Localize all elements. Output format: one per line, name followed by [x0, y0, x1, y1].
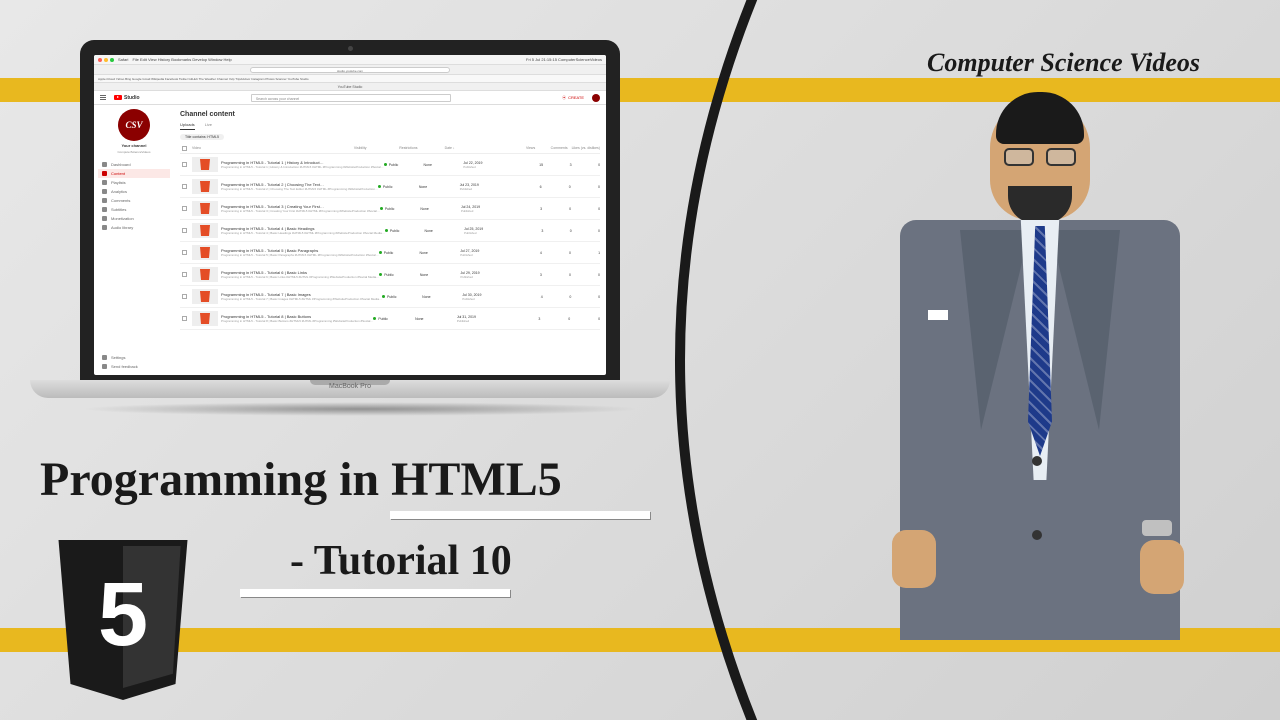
table-header: Video Visibility Restrictions Date ↓ Vie…: [180, 144, 600, 154]
laptop-display: Safari File Edit View History Bookmarks …: [94, 55, 606, 375]
video-thumbnail: [192, 157, 218, 172]
bookmarks-bar[interactable]: Apple iCloud Yahoo Bing Google Gmail Wik…: [94, 75, 606, 83]
filter-chip[interactable]: Title contains: HTML5: [180, 134, 224, 140]
sidebar-item-content[interactable]: Content: [98, 169, 170, 178]
table-row[interactable]: Programming in HTML5 - Tutorial 3 | Crea…: [180, 198, 600, 220]
main-title: Programming in HTML5: [40, 452, 650, 507]
visibility-badge[interactable]: Public: [378, 185, 419, 189]
channel-label: Your channel: [98, 143, 170, 148]
video-thumbnail: [192, 289, 218, 304]
search-input[interactable]: Search across your channel: [251, 94, 451, 102]
tab-live[interactable]: Live: [205, 122, 212, 130]
html5-logo-icon: 5: [48, 540, 198, 710]
visibility-badge[interactable]: Public: [379, 273, 420, 277]
sidebar-item-dashboard[interactable]: Dashboard: [98, 160, 170, 169]
macos-menus[interactable]: File Edit View History Bookmarks Develop…: [132, 57, 231, 62]
sidebar-item-subtitles[interactable]: Subtitles: [98, 205, 170, 214]
sub-title: - Tutorial 10: [290, 537, 650, 585]
video-thumbnail: [192, 223, 218, 238]
sidebar-item-monetization[interactable]: Monetization: [98, 214, 170, 223]
select-all-checkbox[interactable]: [182, 146, 187, 151]
video-thumbnail: [192, 311, 218, 326]
video-thumbnail: [192, 267, 218, 282]
sidebar-item-audio-library[interactable]: Audio library: [98, 223, 170, 232]
row-checkbox[interactable]: [182, 162, 187, 167]
row-checkbox[interactable]: [182, 272, 187, 277]
youtube-icon: [114, 95, 122, 100]
row-checkbox[interactable]: [182, 250, 187, 255]
studio-header: Studio Search across your channel ⦿ CREA…: [94, 91, 606, 105]
studio-sidebar: CSV Your channel ComputerScienceVideos D…: [94, 105, 174, 375]
sidebar-item-send-feedback[interactable]: Send feedback: [98, 362, 142, 371]
row-checkbox[interactable]: [182, 206, 187, 211]
table-row[interactable]: Programming in HTML5 - Tutorial 8 | Basi…: [180, 308, 600, 330]
studio-logo[interactable]: Studio: [114, 95, 140, 101]
table-row[interactable]: Programming in HTML5 - Tutorial 1 | Hist…: [180, 154, 600, 176]
video-thumbnail: [192, 245, 218, 260]
visibility-badge[interactable]: Public: [385, 229, 425, 233]
app-name: Safari: [118, 57, 128, 62]
maximize-icon[interactable]: [110, 58, 114, 62]
visibility-badge[interactable]: Public: [382, 295, 422, 299]
video-thumbnail: [192, 179, 218, 194]
visibility-badge[interactable]: Public: [379, 251, 420, 255]
underline: [390, 511, 650, 519]
visibility-badge[interactable]: Public: [373, 317, 415, 321]
minimize-icon[interactable]: [104, 58, 108, 62]
sidebar-item-playlists[interactable]: Playlists: [98, 178, 170, 187]
laptop-base: MacBook Pro: [30, 380, 670, 398]
page-title: Channel content: [180, 111, 600, 118]
row-checkbox[interactable]: [182, 316, 187, 321]
macos-menubar: Safari File Edit View History Bookmarks …: [94, 55, 606, 65]
sidebar-item-settings[interactable]: Settings: [98, 353, 142, 362]
channel-avatar[interactable]: CSV: [118, 109, 150, 141]
row-checkbox[interactable]: [182, 294, 187, 299]
laptop-mockup: Safari File Edit View History Bookmarks …: [80, 40, 620, 416]
browser-tab[interactable]: YouTube Studio: [94, 83, 606, 91]
row-checkbox[interactable]: [182, 184, 187, 189]
table-row[interactable]: Programming in HTML5 - Tutorial 4 | Basi…: [180, 220, 600, 242]
underline: [240, 589, 510, 597]
table-row[interactable]: Programming in HTML5 - Tutorial 7 | Basi…: [180, 286, 600, 308]
studio-main: Channel content Uploads Live Title contai…: [174, 105, 606, 375]
channel-brand: Computer Science Videos: [927, 48, 1200, 78]
avatar[interactable]: [592, 94, 600, 102]
close-icon[interactable]: [98, 58, 102, 62]
tab-uploads[interactable]: Uploads: [180, 122, 195, 130]
url-field[interactable]: studio.youtube.com: [250, 67, 450, 73]
video-thumbnail: [192, 201, 218, 216]
visibility-badge[interactable]: Public: [384, 163, 424, 167]
create-button[interactable]: ⦿ CREATE: [562, 95, 584, 101]
table-row[interactable]: Programming in HTML5 - Tutorial 5 | Basi…: [180, 242, 600, 264]
menubar-status: Fri 5 Jul 21:15:15 ComputerScienceVideos: [526, 57, 602, 62]
hamburger-icon[interactable]: [100, 95, 106, 100]
row-checkbox[interactable]: [182, 228, 187, 233]
channel-handle: ComputerScienceVideos: [98, 150, 170, 154]
sidebar-item-analytics[interactable]: Analytics: [98, 187, 170, 196]
visibility-badge[interactable]: Public: [380, 207, 421, 211]
table-row[interactable]: Programming in HTML5 - Tutorial 2 | Choo…: [180, 176, 600, 198]
browser-addressbar: studio.youtube.com: [94, 65, 606, 75]
presenter-photo: [880, 100, 1200, 700]
video-table: Video Visibility Restrictions Date ↓ Vie…: [180, 144, 600, 330]
sidebar-item-comments[interactable]: Comments: [98, 196, 170, 205]
table-row[interactable]: Programming in HTML5 - Tutorial 6 | Basi…: [180, 264, 600, 286]
